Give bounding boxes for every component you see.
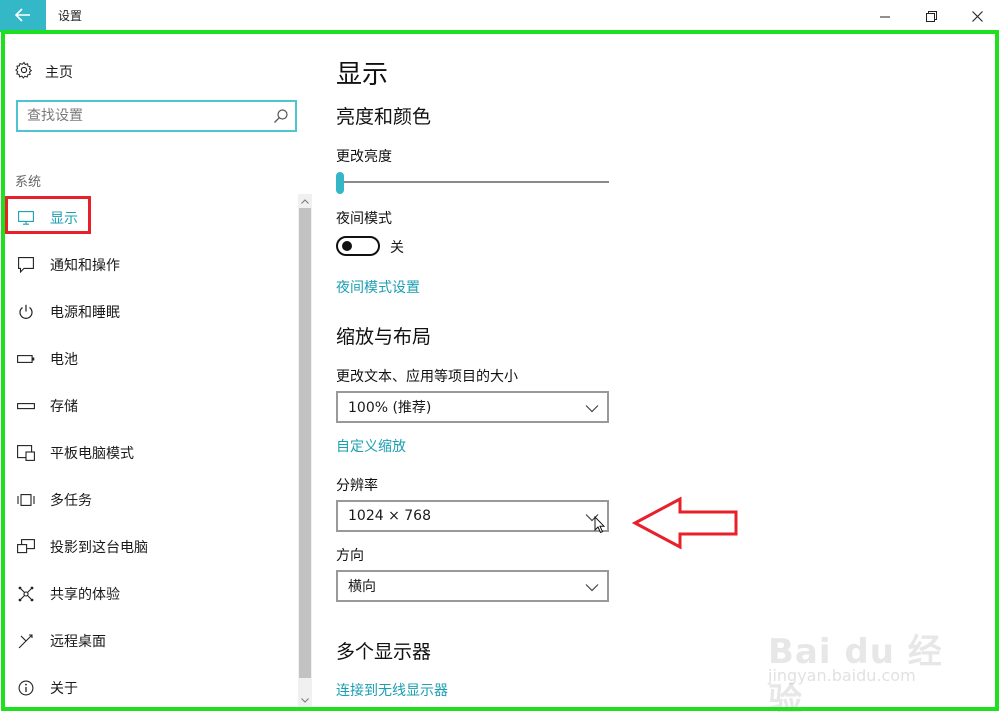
sidebar-item-display[interactable]: 显示 (5, 194, 297, 241)
night-mode-label: 夜间模式 (336, 211, 392, 227)
search-icon[interactable] (273, 108, 289, 128)
annotation-arrow-icon (631, 496, 740, 554)
monitor-icon (17, 209, 35, 227)
scale-label: 更改文本、应用等项目的大小 (336, 369, 518, 385)
sidebar-item-label: 电池 (50, 351, 78, 368)
scale-value: 100% (推荐) (348, 400, 432, 416)
shared-experience-icon (17, 585, 35, 603)
resolution-dropdown[interactable]: 1024 × 768 (336, 500, 609, 534)
scroll-up-icon[interactable] (298, 194, 312, 208)
home-label: 主页 (45, 65, 73, 81)
sidebar-item-label: 关于 (50, 680, 78, 697)
sidebar-item-shared-experiences[interactable]: 共享的体验 (5, 570, 297, 617)
scroll-down-icon[interactable] (298, 693, 312, 707)
title-bar: 设置 (0, 0, 1000, 32)
gear-icon (15, 61, 45, 83)
night-mode-state: 关 (390, 240, 404, 256)
minimize-icon (880, 7, 890, 26)
toggle-knob (342, 241, 352, 251)
brightness-slider[interactable] (336, 172, 609, 194)
orientation-value: 横向 (348, 579, 376, 595)
sidebar-item-label: 共享的体验 (50, 586, 120, 603)
scale-dropdown[interactable]: 100% (推荐) (336, 391, 609, 423)
multiple-displays-heading: 多个显示器 (336, 641, 432, 663)
notification-icon (17, 256, 35, 274)
connect-wireless-display-link[interactable]: 连接到无线显示器 (336, 680, 448, 700)
sidebar-item-tablet-mode[interactable]: 平板电脑模式 (5, 429, 297, 476)
main-content: 显示 亮度和颜色 更改亮度 夜间模式 关 夜间模式设置 缩放与布局 更改文本、应… (336, 34, 936, 704)
storage-icon (17, 397, 35, 415)
scale-layout-heading: 缩放与布局 (336, 326, 432, 348)
tablet-mode-icon (17, 444, 35, 462)
remote-desktop-icon (17, 632, 35, 650)
sidebar-item-power[interactable]: 电源和睡眠 (5, 288, 297, 335)
resolution-value: 1024 × 768 (348, 508, 431, 524)
scrollbar-thumb[interactable] (299, 208, 311, 678)
arrow-left-icon (14, 7, 31, 26)
sidebar-item-label: 通知和操作 (50, 257, 120, 274)
sidebar-scrollbar[interactable] (298, 194, 312, 707)
sidebar-item-storage[interactable]: 存储 (5, 382, 297, 429)
sidebar: 主页 系统 显示 通知和操作 电源和睡眠 (5, 34, 313, 707)
mouse-cursor-icon (594, 515, 606, 538)
close-button[interactable] (954, 0, 1000, 32)
orientation-dropdown[interactable]: 横向 (336, 570, 609, 602)
sidebar-item-label: 远程桌面 (50, 633, 106, 650)
sidebar-item-about[interactable]: 关于 (5, 664, 297, 707)
sidebar-item-multitasking[interactable]: 多任务 (5, 476, 297, 523)
battery-icon (17, 350, 35, 368)
sidebar-nav: 显示 通知和操作 电源和睡眠 电池 存储 平板电脑模式 多任务 投影到这台电脑 … (5, 194, 297, 707)
home-nav-item[interactable]: 主页 (15, 61, 73, 83)
sidebar-item-remote-desktop[interactable]: 远程桌面 (5, 617, 297, 664)
sidebar-item-project[interactable]: 投影到这台电脑 (5, 523, 297, 570)
power-icon (17, 303, 35, 321)
search-input[interactable] (18, 102, 258, 130)
sidebar-item-label: 电源和睡眠 (50, 304, 120, 321)
chevron-down-icon (585, 401, 599, 417)
orientation-label: 方向 (336, 548, 364, 564)
sidebar-item-label: 平板电脑模式 (50, 445, 134, 462)
sidebar-item-notifications[interactable]: 通知和操作 (5, 241, 297, 288)
section-label-system: 系统 (15, 175, 42, 190)
chevron-down-icon (585, 580, 599, 596)
night-mode-settings-link[interactable]: 夜间模式设置 (336, 277, 420, 297)
page-title: 显示 (336, 60, 389, 90)
brightness-label: 更改亮度 (336, 149, 392, 165)
minimize-button[interactable] (862, 0, 908, 32)
multitask-icon (17, 491, 35, 509)
brightness-section-heading: 亮度和颜色 (336, 106, 432, 128)
custom-scaling-link[interactable]: 自定义缩放 (336, 436, 406, 456)
restore-button[interactable] (908, 0, 954, 32)
back-button[interactable] (0, 0, 46, 32)
slider-thumb[interactable] (336, 172, 344, 194)
project-icon (17, 538, 35, 556)
search-box[interactable] (16, 100, 297, 132)
slider-track (336, 181, 609, 183)
sidebar-item-label: 多任务 (50, 492, 92, 509)
app-title: 设置 (58, 9, 83, 23)
info-icon (17, 679, 35, 697)
sidebar-item-label: 显示 (50, 210, 78, 227)
sidebar-item-label: 存储 (50, 398, 78, 415)
close-icon (971, 7, 983, 26)
resolution-label: 分辨率 (336, 478, 378, 494)
night-mode-toggle[interactable] (336, 236, 380, 256)
sidebar-item-label: 投影到这台电脑 (50, 539, 148, 556)
restore-icon (925, 7, 937, 26)
sidebar-item-battery[interactable]: 电池 (5, 335, 297, 382)
